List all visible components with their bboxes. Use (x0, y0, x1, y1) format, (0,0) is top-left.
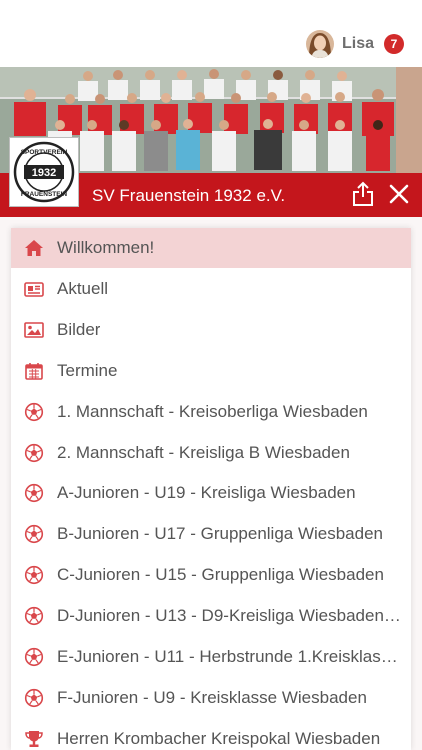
menu-item[interactable]: Aktuell (11, 269, 411, 309)
soccer-ball-icon (24, 483, 44, 503)
soccer-ball-icon (24, 606, 44, 626)
soccer-ball-icon (24, 443, 44, 463)
menu-item-label: A-Junioren - U19 - Kreisliga Wiesbaden (57, 483, 356, 503)
menu-item-label: B-Junioren - U17 - Gruppenliga Wiesbaden (57, 524, 384, 544)
top-bar: Lisa 7 (0, 0, 422, 67)
close-button[interactable] (388, 183, 410, 205)
notification-badge[interactable]: 7 (384, 34, 404, 54)
newspaper-icon (24, 279, 44, 299)
menu-item[interactable]: Bilder (11, 310, 411, 350)
menu-item-label: D-Junioren - U13 - D9-Kreisliga Wiesbade… (57, 606, 405, 626)
menu-item-label: 1. Mannschaft - Kreisoberliga Wiesbaden (57, 401, 368, 421)
logo-bottom-text: FRAUENSTEIN (21, 191, 68, 198)
menu-item[interactable]: F-Junioren - U9 - Kreisklasse Wiesbaden (11, 678, 411, 718)
menu-item[interactable]: C-Junioren - U15 - Gruppenliga Wiesbaden (11, 555, 411, 595)
menu-item[interactable]: 1. Mannschaft - Kreisoberliga Wiesbaden (11, 392, 411, 432)
menu-item[interactable]: B-Junioren - U17 - Gruppenliga Wiesbaden (11, 514, 411, 554)
menu-item[interactable]: Herren Krombacher Kreispokal Wiesbaden (11, 719, 411, 750)
club-logo: 1932 SPORTVEREIN FRAUENSTEIN (10, 138, 78, 206)
user-menu[interactable]: Lisa 7 (305, 29, 404, 59)
club-name: SV Frauenstein 1932 e.V. (92, 186, 286, 205)
menu-item[interactable]: 2. Mannschaft - Kreisliga B Wiesbaden (11, 433, 411, 473)
soccer-ball-icon (24, 565, 44, 585)
soccer-ball-icon (24, 647, 44, 667)
logo-year: 1932 (32, 167, 56, 179)
calendar-icon (24, 361, 44, 381)
menu-item-label: Aktuell (57, 278, 109, 298)
avatar[interactable] (305, 30, 334, 58)
logo-top-text: SPORTVEREIN (21, 149, 68, 156)
image-icon (24, 320, 44, 340)
share-button[interactable] (352, 181, 374, 207)
menu-item[interactable]: Termine (11, 351, 411, 391)
trophy-icon (24, 729, 44, 749)
menu-item-label: Herren Krombacher Kreispokal Wiesbaden (57, 728, 381, 748)
menu-item-label: Bilder (57, 319, 101, 339)
menu-item-label: C-Junioren - U15 - Gruppenliga Wiesbaden (57, 565, 384, 585)
menu-item-label: Willkommen! (57, 238, 155, 257)
menu-item[interactable]: D-Junioren - U13 - D9-Kreisliga Wiesbade… (11, 596, 411, 636)
menu-item[interactable]: E-Junioren - U11 - Herbstrunde 1.Kreiskl… (11, 637, 411, 677)
menu-item-label: F-Junioren - U9 - Kreisklasse Wiesbaden (57, 687, 367, 707)
close-icon (389, 184, 409, 204)
menu-item-label: 2. Mannschaft - Kreisliga B Wiesbaden (57, 442, 350, 462)
soccer-ball-icon (24, 524, 44, 544)
menu-item-label: E-Junioren - U11 - Herbstrunde 1.Kreiskl… (57, 647, 405, 666)
user-name[interactable]: Lisa (342, 35, 374, 53)
menu-item[interactable]: A-Junioren - U19 - Kreisliga Wiesbaden (11, 473, 411, 513)
soccer-ball-icon (24, 402, 44, 422)
navigation-menu: Willkommen! Aktuell Bilder Termine 1. Ma… (11, 228, 411, 750)
soccer-ball-icon (24, 688, 44, 708)
share-icon (353, 181, 373, 206)
menu-item[interactable]: Willkommen! (11, 228, 411, 268)
home-icon (24, 238, 44, 258)
menu-item-label: Termine (57, 360, 118, 380)
